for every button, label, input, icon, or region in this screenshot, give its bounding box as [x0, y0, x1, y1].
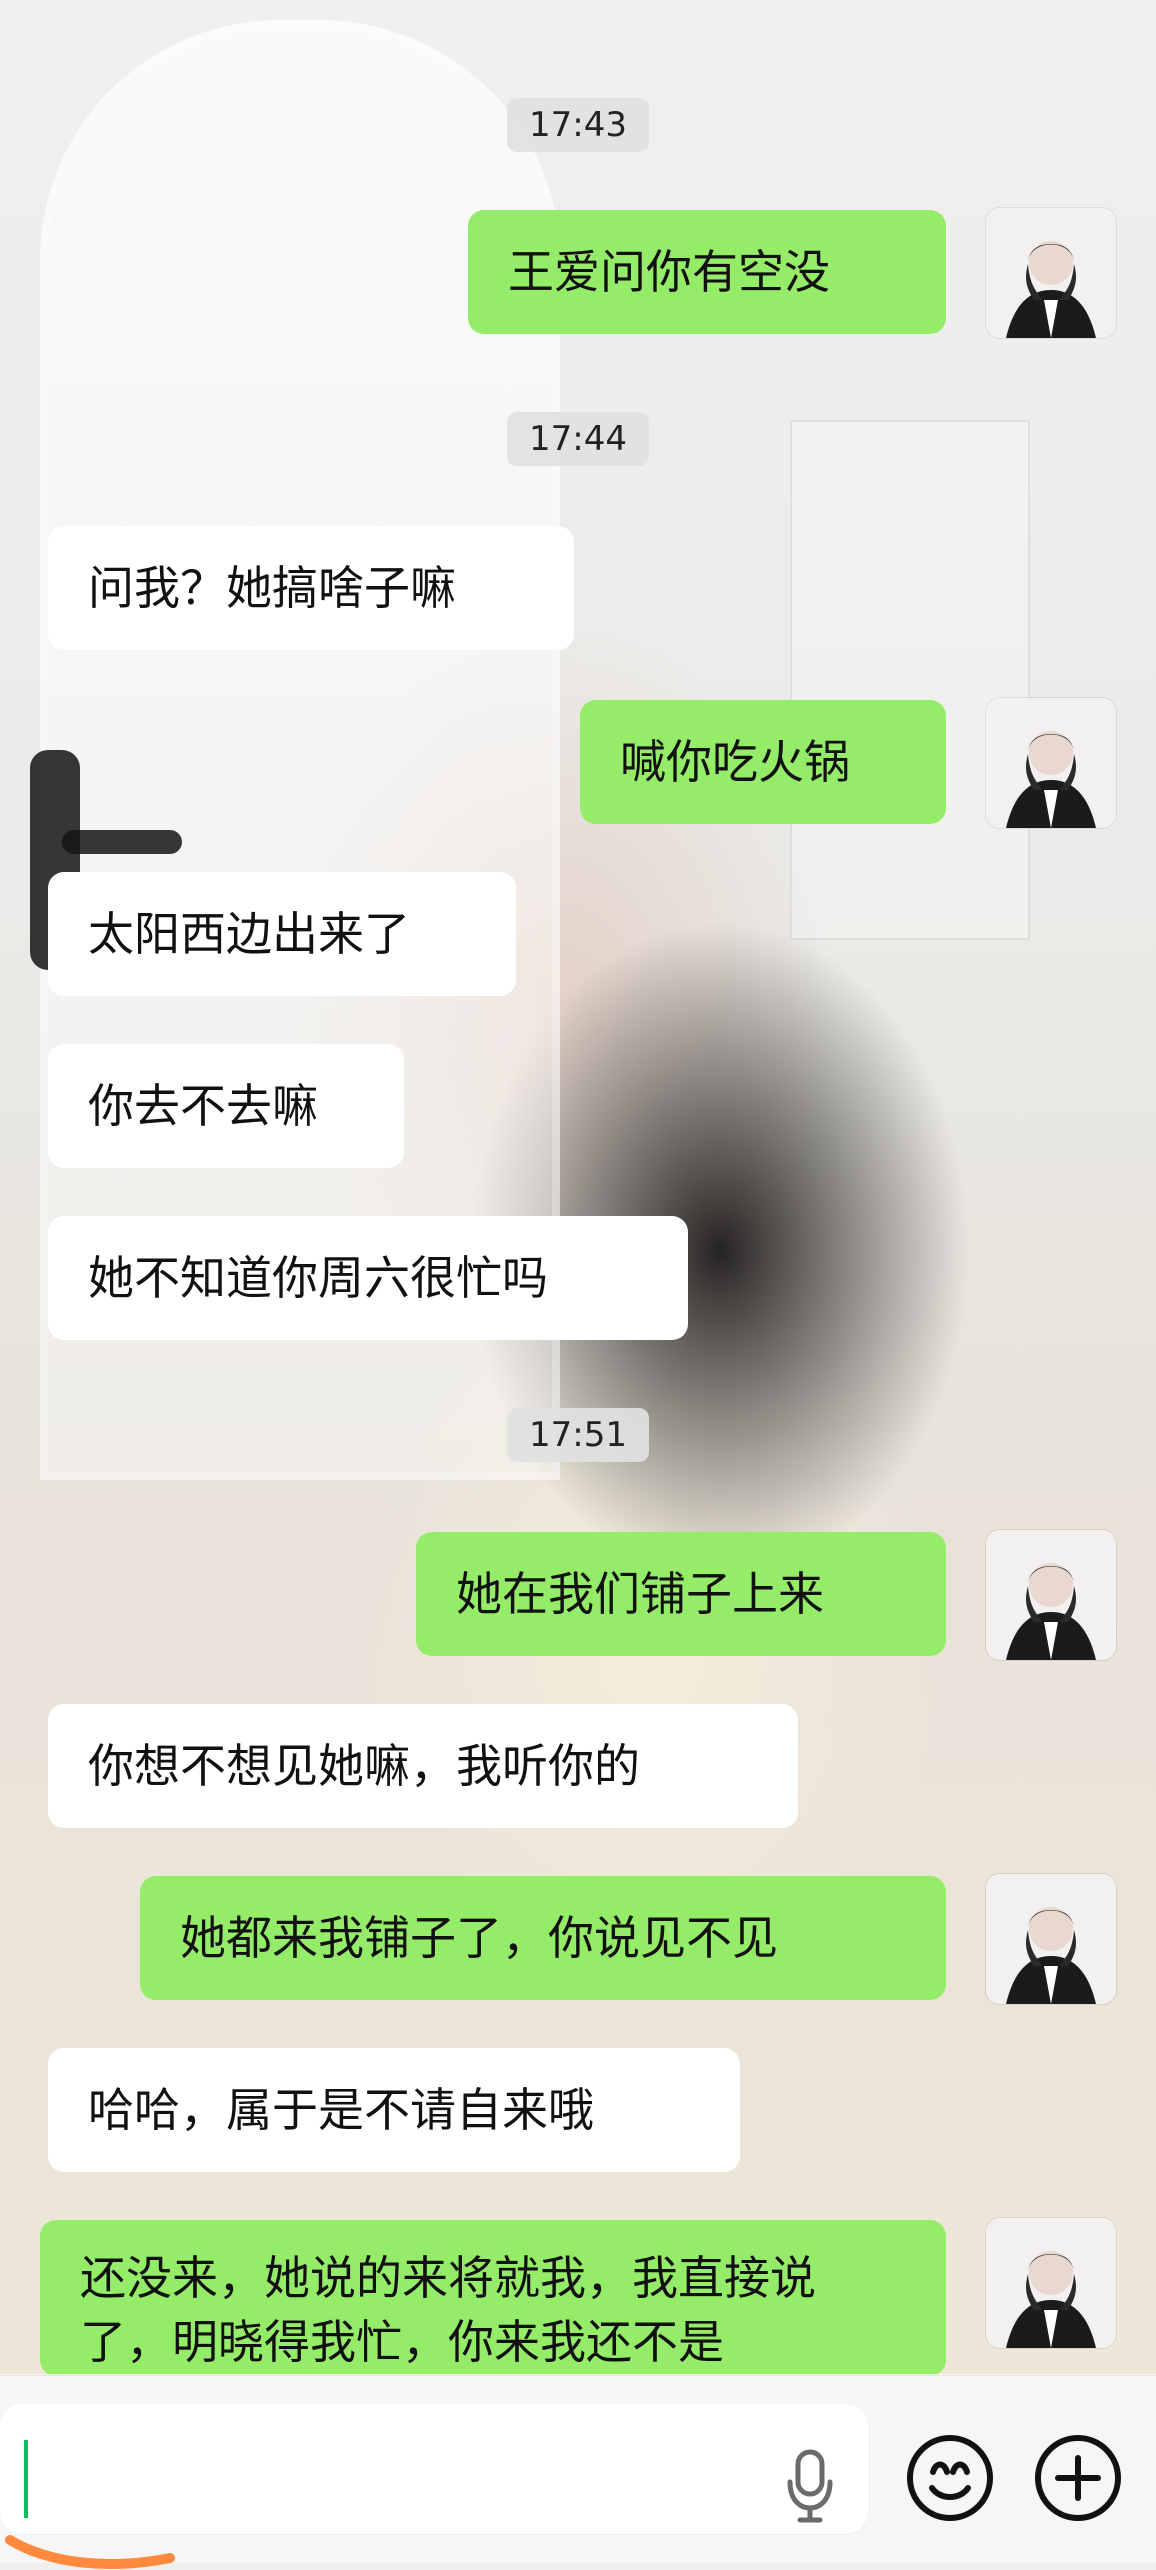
- avatar[interactable]: [986, 1530, 1116, 1660]
- message-text: 她都来我铺子了，你说见不见: [180, 1911, 778, 1965]
- avatar[interactable]: [986, 698, 1116, 828]
- avatar-image: [986, 2218, 1116, 2348]
- message-text: 她在我们铺子上来: [456, 1567, 824, 1621]
- avatar-image: [986, 1874, 1116, 2004]
- message-bubble[interactable]: 她不知道你周六很忙吗: [48, 1216, 688, 1340]
- message-bubble[interactable]: 哈哈，属于是不请自来哦: [48, 2048, 740, 2172]
- message-bubble[interactable]: 她都来我铺子了，你说见不见: [140, 1876, 946, 2000]
- message-text: 你去不去嘛: [88, 1079, 318, 1133]
- emoji-icon[interactable]: [900, 2428, 1000, 2528]
- message-text: 你想不想见她嘛，我听你的: [88, 1739, 640, 1793]
- timestamp: 17:44: [507, 412, 649, 466]
- message-bubble[interactable]: 太阳西边出来了: [48, 872, 516, 996]
- message-text: 哈哈，属于是不请自来哦: [88, 2083, 594, 2137]
- message-bubble[interactable]: 她在我们铺子上来: [416, 1532, 946, 1656]
- timestamp: 17:43: [507, 98, 649, 152]
- add-icon[interactable]: [1028, 2428, 1128, 2528]
- avatar-image: [986, 698, 1116, 828]
- message-text: 她不知道你周六很忙吗: [88, 1251, 548, 1305]
- message-text: 太阳西边出来了: [88, 907, 410, 961]
- background-mirror: [790, 420, 1030, 940]
- message-text: 王爱问你有空没: [508, 245, 830, 299]
- message-bubble[interactable]: 喊你吃火锅: [580, 700, 946, 824]
- avatar[interactable]: [986, 1874, 1116, 2004]
- message-bubble[interactable]: 王爱问你有空没: [468, 210, 946, 334]
- avatar[interactable]: [986, 2218, 1116, 2348]
- message-bubble[interactable]: 你想不想见她嘛，我听你的: [48, 1704, 798, 1828]
- message-bubble[interactable]: 还没来，她说的来将就我，我直接说了，明晓得我忙，你来我还不是: [40, 2220, 946, 2376]
- message-text: 问我？她搞啥子嘛: [88, 561, 456, 615]
- message-bubble[interactable]: 问我？她搞啥子嘛: [48, 526, 574, 650]
- message-bubble[interactable]: 你去不去嘛: [48, 1044, 404, 1168]
- avatar-image: [986, 208, 1116, 338]
- avatar[interactable]: [986, 208, 1116, 338]
- timestamp: 17:51: [507, 1408, 649, 1462]
- microphone-icon[interactable]: [780, 2446, 840, 2526]
- annotation-scribble: [5, 2535, 175, 2569]
- message-text: 还没来，她说的来将就我，我直接说了，明晓得我忙，你来我还不是: [80, 2251, 816, 2369]
- avatar-image: [986, 1530, 1116, 1660]
- message-text: 喊你吃火锅: [620, 735, 850, 789]
